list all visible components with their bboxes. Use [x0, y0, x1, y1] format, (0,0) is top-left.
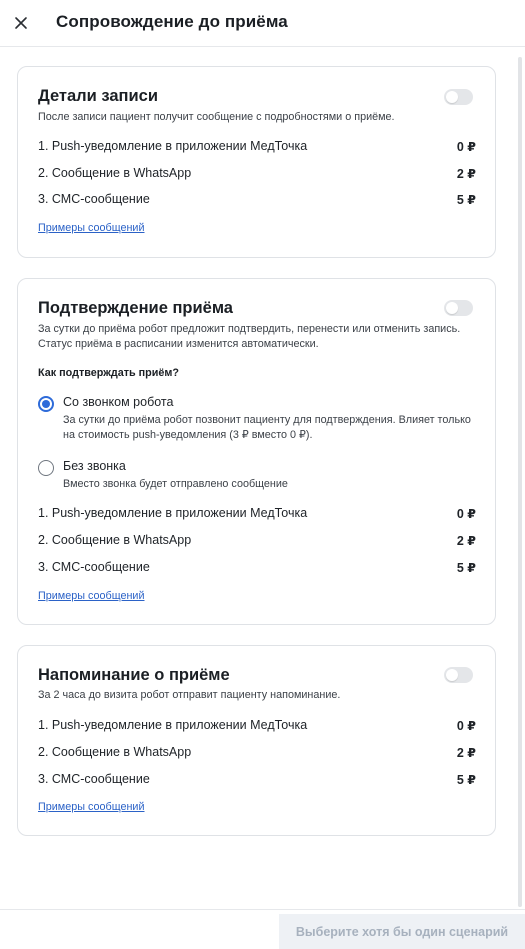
channel-price: 2 ₽ [456, 167, 476, 181]
card-booking-details: Детали записи После записи пациент получ… [17, 66, 496, 258]
channel-label: 2. Сообщение в WhatsApp [38, 533, 192, 547]
submit-button-disabled[interactable]: Выберите хотя бы один сценарий [279, 914, 525, 949]
channel-price: 5 ₽ [456, 561, 476, 575]
channel-price: 5 ₽ [456, 193, 476, 207]
card-description: После записи пациент получит сообщение с… [38, 111, 395, 123]
scenarios-list[interactable]: Детали записи После записи пациент получ… [0, 47, 525, 909]
channel-label: 3. СМС-сообщение [38, 192, 150, 206]
close-icon[interactable] [11, 13, 31, 33]
card-title: Подтверждение приёма [38, 299, 233, 317]
card-description: За 2 часа до визита робот отправит пацие… [38, 689, 341, 701]
price-row: 3. СМС-сообщение 5 ₽ [38, 192, 476, 210]
channel-label: 1. Push-уведомление в приложении МедТочк… [38, 506, 308, 520]
confirm-method-question: Как подтверждать приём? [38, 367, 179, 379]
toggle-knob [446, 91, 458, 103]
card-description: За сутки до приёма робот предложит подтв… [38, 323, 461, 350]
channel-price: 5 ₽ [456, 773, 476, 787]
option-label[interactable]: Со звонком робота [63, 395, 173, 409]
scrollbar[interactable] [518, 57, 522, 907]
reminder-toggle[interactable] [444, 667, 473, 683]
option-description: За сутки до приёма робот позвонит пациен… [63, 414, 471, 441]
card-appointment-confirmation: Подтверждение приёма За сутки до приёма … [17, 278, 496, 625]
channel-price: 2 ₽ [456, 534, 476, 548]
channel-price: 0 ₽ [456, 507, 476, 521]
channel-price: 2 ₽ [456, 746, 476, 760]
price-row: 3. СМС-сообщение 5 ₽ [38, 772, 476, 790]
card-title: Детали записи [38, 87, 158, 105]
close-button[interactable] [11, 13, 31, 33]
booking-details-toggle[interactable] [444, 89, 473, 105]
radio-no-call[interactable] [38, 460, 54, 476]
channel-label: 1. Push-уведомление в приложении МедТочк… [38, 718, 308, 732]
toggle-knob [446, 669, 458, 681]
channel-label: 3. СМС-сообщение [38, 772, 150, 786]
option-description: Вместо звонка будет отправлено сообщение [63, 478, 288, 490]
channel-price: 0 ₽ [456, 719, 476, 733]
message-examples-link[interactable]: Примеры сообщений [38, 590, 145, 602]
channel-label: 2. Сообщение в WhatsApp [38, 745, 192, 759]
channel-label: 2. Сообщение в WhatsApp [38, 166, 192, 180]
price-row: 2. Сообщение в WhatsApp 2 ₽ [38, 166, 476, 184]
option-label[interactable]: Без звонка [63, 459, 126, 473]
confirmation-toggle[interactable] [444, 300, 473, 316]
price-row: 1. Push-уведомление в приложении МедТочк… [38, 506, 476, 524]
dialog-title: Сопровождение до приёма [56, 12, 288, 31]
price-row: 1. Push-уведомление в приложении МедТочк… [38, 718, 476, 736]
channel-label: 1. Push-уведомление в приложении МедТочк… [38, 139, 308, 153]
radio-robot-call[interactable] [38, 396, 54, 412]
toggle-knob [446, 302, 458, 314]
dialog-header: Сопровождение до приёма [0, 0, 525, 47]
card-appointment-reminder: Напоминание о приёме За 2 часа до визита… [17, 645, 496, 836]
price-row: 3. СМС-сообщение 5 ₽ [38, 560, 476, 578]
message-examples-link[interactable]: Примеры сообщений [38, 801, 145, 813]
dialog-footer: Выберите хотя бы один сценарий [0, 909, 525, 949]
channel-price: 0 ₽ [456, 140, 476, 154]
price-row: 2. Сообщение в WhatsApp 2 ₽ [38, 533, 476, 551]
scrollbar-thumb[interactable] [518, 57, 522, 907]
message-examples-link[interactable]: Примеры сообщений [38, 222, 145, 234]
channel-label: 3. СМС-сообщение [38, 560, 150, 574]
card-title: Напоминание о приёме [38, 666, 230, 684]
price-row: 1. Push-уведомление в приложении МедТочк… [38, 139, 476, 157]
price-row: 2. Сообщение в WhatsApp 2 ₽ [38, 745, 476, 763]
